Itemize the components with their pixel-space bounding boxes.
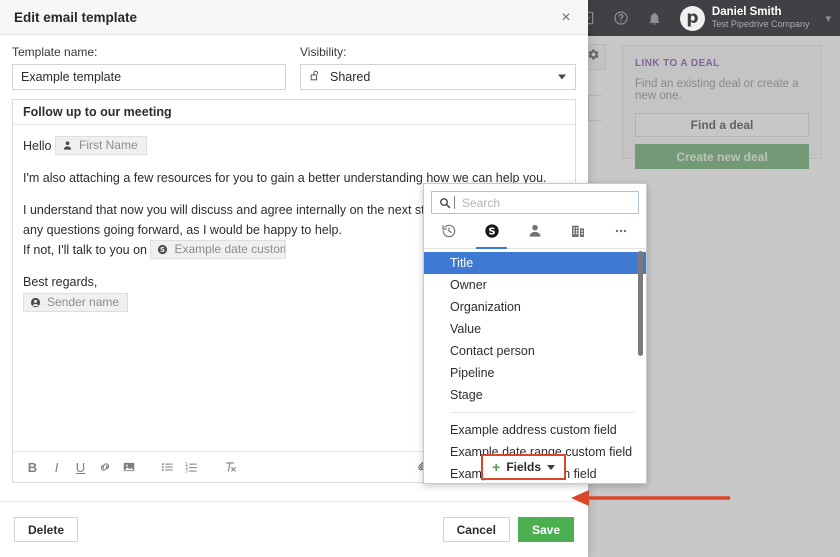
cancel-button[interactable]: Cancel xyxy=(443,517,510,542)
field-item-value[interactable]: Value xyxy=(424,318,646,340)
help-icon[interactable] xyxy=(604,0,638,36)
find-a-deal-button[interactable]: Find a deal xyxy=(635,113,809,137)
visibility-label: Visibility: xyxy=(300,45,576,59)
numbered-list-icon[interactable]: 1 2 3 xyxy=(181,457,202,478)
deal-tab[interactable]: S xyxy=(470,218,513,248)
italic-icon[interactable]: I xyxy=(46,457,67,478)
avatar: p xyxy=(680,6,705,31)
body-paragraph-3-prefix: If not, I'll talk to you on xyxy=(23,243,147,257)
deal-dollar-icon: S xyxy=(484,223,500,244)
delete-button[interactable]: Delete xyxy=(14,517,78,542)
clear-format-icon[interactable] xyxy=(220,457,241,478)
fields-button[interactable]: + Fields xyxy=(481,454,566,480)
visibility-select[interactable]: Shared xyxy=(300,64,576,90)
modal-header: Edit email template × xyxy=(0,0,588,35)
modal-footer: Delete Cancel Save xyxy=(0,501,588,557)
text-format-group: B I U xyxy=(22,457,139,478)
create-new-deal-button[interactable]: Create new deal xyxy=(635,144,809,169)
template-name-field-group: Template name: Example template xyxy=(12,45,286,90)
account-icon xyxy=(30,297,41,308)
page-title: Edit email template xyxy=(14,10,137,25)
bold-glyph: B xyxy=(28,460,37,475)
plus-icon: + xyxy=(492,462,500,472)
fields-dropdown-list[interactable]: Title Owner Organization Value Contact p… xyxy=(424,249,646,483)
fields-dropdown: Search S xyxy=(423,183,647,484)
field-item-owner[interactable]: Owner xyxy=(424,274,646,296)
greeting-prefix: Hello xyxy=(23,139,52,153)
user-name: Daniel Smith xyxy=(712,6,810,19)
field-item-stage[interactable]: Stage xyxy=(424,384,646,406)
user-account-menu[interactable]: p Daniel Smith Test Pipedrive Company ▾ xyxy=(672,6,834,31)
image-icon[interactable] xyxy=(118,457,139,478)
link-to-deal-subtitle: Find an existing deal or create a new on… xyxy=(635,78,809,102)
fields-label: Fields xyxy=(506,460,541,474)
chevron-down-icon[interactable] xyxy=(558,75,566,80)
chevron-down-icon[interactable]: ▾ xyxy=(825,12,831,25)
annotation-arrow xyxy=(565,487,735,509)
field-item-organization[interactable]: Organization xyxy=(424,296,646,318)
person-icon xyxy=(62,140,73,151)
template-name-label: Template name: xyxy=(12,45,286,59)
merge-token-date-custom-field[interactable]: S Example date custom fiel xyxy=(150,240,286,259)
organization-tab[interactable] xyxy=(557,218,600,248)
organization-icon xyxy=(570,223,586,244)
fields-dropdown-tabs: S xyxy=(424,218,646,249)
list-group: 1 2 3 xyxy=(139,457,202,478)
svg-text:3: 3 xyxy=(185,468,188,474)
person-icon xyxy=(527,223,543,244)
topbar-icon-group: p Daniel Smith Test Pipedrive Company ▾ xyxy=(570,0,840,36)
text-cursor xyxy=(454,196,455,209)
search-icon xyxy=(439,197,451,209)
notifications-icon[interactable] xyxy=(638,0,672,36)
search-input[interactable]: Search xyxy=(431,191,639,214)
field-item-title[interactable]: Title xyxy=(424,252,646,274)
search-placeholder: Search xyxy=(462,196,500,210)
save-button[interactable]: Save xyxy=(518,517,574,542)
visibility-value: Shared xyxy=(330,70,370,84)
background-field-stub xyxy=(588,95,602,121)
dropdown-scrollbar[interactable] xyxy=(638,251,643,356)
clear-format-group xyxy=(202,457,241,478)
field-item-example-address-custom-field[interactable]: Example address custom field xyxy=(424,419,646,441)
deal-icon: S xyxy=(157,244,168,255)
gear-icon xyxy=(587,48,600,66)
history-icon xyxy=(441,223,457,244)
link-to-deal-title: LINK TO A DEAL xyxy=(635,58,809,69)
close-icon[interactable]: × xyxy=(556,0,576,35)
link-to-deal-panel: LINK TO A DEAL Find an existing deal or … xyxy=(622,45,822,159)
merge-token-label: First Name xyxy=(79,137,138,154)
list-divider xyxy=(450,412,634,413)
recent-tab[interactable] xyxy=(427,218,470,248)
company-name: Test Pipedrive Company xyxy=(712,19,810,30)
underline-glyph: U xyxy=(76,460,85,475)
merge-token-first-name[interactable]: First Name xyxy=(55,136,147,155)
template-form-row: Template name: Example template Visibili… xyxy=(0,35,588,90)
underline-icon[interactable]: U xyxy=(70,457,91,478)
merge-token-sender-name[interactable]: Sender name xyxy=(23,293,128,312)
link-icon[interactable] xyxy=(94,457,115,478)
field-item-contact-person[interactable]: Contact person xyxy=(424,340,646,362)
bold-icon[interactable]: B xyxy=(22,457,43,478)
unlock-icon xyxy=(309,69,322,85)
greeting-line: Hello First Name xyxy=(23,136,565,156)
more-ellipsis-icon xyxy=(613,223,629,244)
merge-token-label: Example date custom fiel xyxy=(174,241,286,258)
editor-toolbar: B I U xyxy=(13,451,575,482)
merge-token-label: Sender name xyxy=(47,294,119,311)
visibility-field-group: Visibility: Shared xyxy=(300,45,576,90)
search-wrap: Search xyxy=(424,184,646,218)
svg-text:S: S xyxy=(488,226,495,237)
field-item-pipeline[interactable]: Pipeline xyxy=(424,362,646,384)
chevron-down-icon xyxy=(547,465,555,470)
more-tab[interactable] xyxy=(600,218,643,248)
bullet-list-icon[interactable] xyxy=(157,457,178,478)
template-name-input[interactable]: Example template xyxy=(12,64,286,90)
svg-text:S: S xyxy=(160,246,165,254)
footer-action-group: Cancel Save xyxy=(443,517,574,542)
email-subject[interactable]: Follow up to our meeting xyxy=(13,100,575,125)
italic-glyph: I xyxy=(55,460,59,475)
screen-root: LINK TO A DEAL Find an existing deal or … xyxy=(0,0,840,557)
person-tab[interactable] xyxy=(513,218,556,248)
